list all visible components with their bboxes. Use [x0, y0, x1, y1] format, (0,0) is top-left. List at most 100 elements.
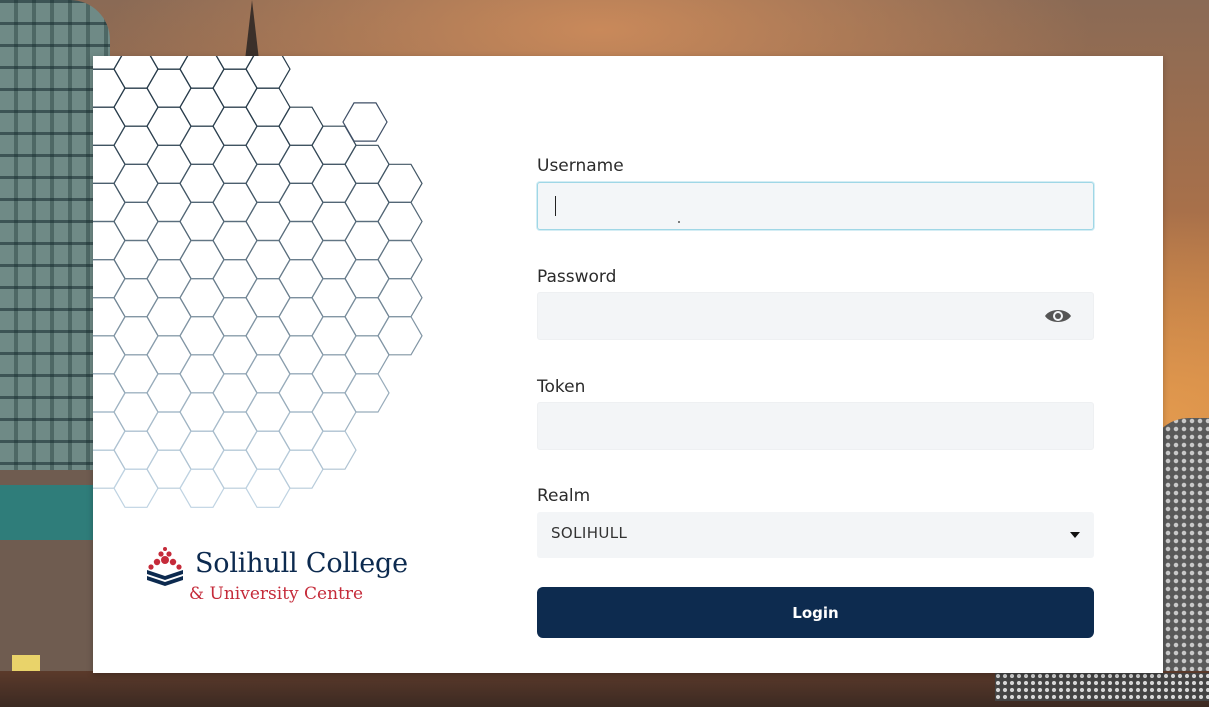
- hexagon-cell: [179, 278, 225, 318]
- hexagon-cell: [344, 335, 390, 375]
- hexagon-cell: [245, 392, 291, 432]
- hexagon-cell: [311, 278, 357, 318]
- hexagon-cell: [113, 354, 159, 394]
- hexagon-cell: [245, 125, 291, 165]
- hexagon-cell: [344, 220, 390, 261]
- hexagon-cell: [377, 278, 423, 318]
- hexagon-cell: [146, 68, 192, 108]
- hexagon-cell: [93, 68, 126, 108]
- hexagon-cell: [212, 373, 258, 413]
- hexagon-cell: [93, 449, 126, 489]
- eye-icon[interactable]: [1043, 306, 1073, 326]
- hexagon-cell: [212, 449, 258, 489]
- login-card: Solihull College & University Centre Use…: [93, 56, 1163, 673]
- hexagon-cell: [344, 297, 390, 337]
- hexagon-cell: [245, 239, 291, 280]
- hexagon-cell: [179, 56, 225, 89]
- hexagon-cell: [212, 144, 258, 185]
- college-subtitle: & University Centre: [189, 584, 364, 604]
- hexagon-cell: [93, 106, 126, 146]
- hexagon-cell: [146, 373, 192, 413]
- hexagon-cell: [344, 373, 390, 413]
- hexagon-cell: [93, 182, 126, 223]
- hexagon-cell: [311, 316, 357, 356]
- hexagon-cell: [93, 335, 126, 375]
- hexagon-cell: [278, 220, 324, 261]
- token-input[interactable]: [537, 402, 1094, 450]
- hexagon-cell: [113, 239, 159, 280]
- hexagon-pattern: [93, 56, 423, 508]
- hexagon-cell: [113, 125, 159, 165]
- hexagon-cell: [311, 430, 357, 470]
- hexagon-cell: [113, 278, 159, 318]
- hexagon-cell: [179, 239, 225, 280]
- hexagon-cell: [245, 316, 291, 356]
- hexagon-cell: [245, 468, 291, 508]
- realm-label: Realm: [537, 486, 591, 506]
- hexagon-cell: [146, 297, 192, 337]
- password-label: Password: [537, 267, 617, 287]
- input-speck: [678, 221, 680, 223]
- username-input[interactable]: [537, 182, 1094, 230]
- hexagon-cell: [113, 201, 159, 242]
- hexagon-cell: [179, 430, 225, 470]
- hexagon-cell: [146, 411, 192, 451]
- hexagon-cell: [113, 163, 159, 203]
- hexagon-cell: [113, 392, 159, 432]
- token-label: Token: [537, 377, 586, 397]
- hexagon-cell: [179, 392, 225, 432]
- hexagon-cell: [113, 56, 159, 89]
- hexagon-cell: [146, 182, 192, 223]
- hexagon-cell: [278, 259, 324, 299]
- hexagon-cell: [212, 220, 258, 261]
- hexagon-cell: [377, 201, 423, 242]
- hexagon-cell: [212, 335, 258, 375]
- hexagon-cell: [344, 259, 390, 299]
- hexagon-cell: [93, 220, 126, 261]
- hexagon-cell: [146, 220, 192, 261]
- password-input[interactable]: [537, 292, 1094, 340]
- hexagon-cell: [245, 87, 291, 127]
- hexagon-cell: [179, 125, 225, 165]
- teal-roof: [0, 485, 100, 540]
- college-name: Solihull College: [195, 548, 408, 579]
- hexagon-cell: [245, 201, 291, 242]
- hexagon-cell: [212, 68, 258, 108]
- hexagon-cell: [245, 278, 291, 318]
- login-button[interactable]: Login: [537, 587, 1094, 638]
- hexagon-cell: [93, 297, 126, 337]
- hexagon-cell: [212, 182, 258, 223]
- hexagon-cell: [146, 106, 192, 146]
- hexagon-cell: [278, 297, 324, 337]
- hexagon-cell: [179, 354, 225, 394]
- hexagon-cell: [245, 163, 291, 203]
- hexagon-cell: [311, 239, 357, 280]
- hexagon-cell: [278, 182, 324, 223]
- hexagon-cell: [212, 411, 258, 451]
- hexagon-cell: [146, 144, 192, 185]
- hexagon-cell: [377, 163, 423, 203]
- hexagon-cell: [179, 316, 225, 356]
- hexagon-cell: [146, 259, 192, 299]
- sunburst-logo-icon: [147, 547, 183, 586]
- hexagon-cell: [212, 297, 258, 337]
- hexagon-cell: [212, 259, 258, 299]
- hexagon-cell: [93, 144, 126, 185]
- realm-select[interactable]: SOLIHULL: [537, 512, 1094, 558]
- hexagon-cell: [377, 239, 423, 280]
- hexagon-cell: [245, 430, 291, 470]
- hexagon-cell: [311, 201, 357, 242]
- hexagon-cell: [311, 354, 357, 394]
- hexagon-cell: [278, 411, 324, 451]
- hexagon-cell: [311, 392, 357, 432]
- hexagon-cell: [93, 411, 126, 451]
- username-label: Username: [537, 156, 624, 176]
- hexagon-cell: [344, 182, 390, 223]
- hexagon-cell: [113, 87, 159, 127]
- hexagon-cell: [278, 144, 324, 185]
- hexagon-cell: [179, 87, 225, 127]
- hexagon-cell: [245, 354, 291, 394]
- hexagon-cell: [278, 335, 324, 375]
- hexagon-cell: [113, 430, 159, 470]
- realm-selected-value: SOLIHULL: [551, 524, 628, 542]
